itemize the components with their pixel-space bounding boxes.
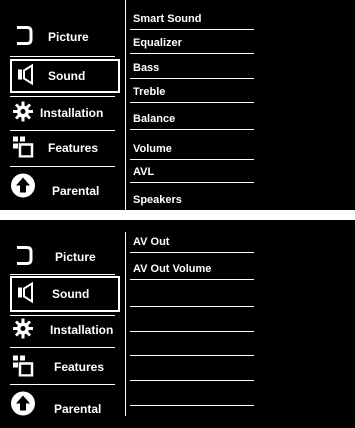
submenu-item-empty[interactable]: [130, 311, 254, 332]
submenu-item-empty[interactable]: [130, 286, 254, 307]
features-icon: [12, 136, 34, 161]
menu-item-features[interactable]: Features: [10, 133, 120, 163]
menu-divider: [10, 96, 115, 97]
picture-icon: [13, 245, 35, 270]
menu-divider: [10, 56, 115, 57]
menu-item-picture[interactable]: Picture: [10, 22, 120, 52]
menu-item-label: Sound: [52, 287, 90, 301]
submenu-item[interactable]: Smart Sound: [130, 9, 254, 30]
speaker-icon: [16, 281, 38, 307]
submenu-item[interactable]: Balance: [130, 109, 254, 130]
menu-item-parental[interactable]: Parental: [10, 172, 120, 202]
menu-item-label: Parental: [52, 183, 100, 198]
lock-icon: [10, 391, 36, 420]
submenu-item[interactable]: Speakers: [130, 190, 254, 210]
menu-item-installation[interactable]: Installation: [10, 98, 120, 128]
menu-item-sound[interactable]: Sound: [10, 59, 120, 93]
menu-item-label: Sound: [48, 69, 86, 83]
vertical-divider: [125, 0, 126, 210]
features-icon: [12, 355, 34, 380]
menu-item-label: Installation: [40, 106, 104, 120]
menu-item-label: Installation: [50, 323, 114, 337]
submenu-item-empty[interactable]: [130, 335, 254, 356]
submenu-item-empty[interactable]: [130, 385, 254, 406]
menu-divider: [10, 166, 115, 167]
menu-item-label: Picture: [48, 30, 89, 44]
menu-item-sound[interactable]: Sound: [10, 276, 120, 312]
submenu-item[interactable]: Volume: [130, 139, 254, 160]
menu-item-installation[interactable]: Installation: [10, 315, 120, 345]
gear-icon: [12, 101, 34, 126]
tv-settings-menu-bottom: Picture Sound Installation Features Pare…: [0, 220, 355, 428]
gear-icon: [12, 318, 34, 343]
lock-icon: [10, 173, 36, 202]
menu-item-label: Picture: [55, 250, 96, 264]
menu-divider: [10, 347, 115, 348]
submenu-item[interactable]: AVL: [130, 162, 254, 183]
menu-item-features[interactable]: Features: [10, 352, 120, 382]
menu-item-picture[interactable]: Picture: [10, 242, 120, 272]
menu-item-label: Features: [54, 360, 105, 374]
submenu-item[interactable]: AV Out: [130, 232, 254, 253]
submenu-item[interactable]: Bass: [130, 58, 254, 79]
menu-divider: [10, 274, 115, 275]
submenu-item[interactable]: Equalizer: [130, 33, 254, 54]
vertical-divider: [125, 232, 126, 416]
submenu-item[interactable]: Treble: [130, 82, 254, 103]
tv-settings-menu-top: Picture Sound Installation Features Pare…: [0, 0, 355, 210]
menu-divider: [10, 130, 115, 131]
submenu-item[interactable]: AV Out Volume: [130, 259, 254, 280]
menu-item-label: Features: [48, 141, 99, 155]
menu-divider: [10, 384, 115, 385]
picture-icon: [13, 25, 35, 50]
submenu-item-empty[interactable]: [130, 360, 254, 381]
menu-item-parental[interactable]: Parental: [10, 390, 120, 420]
menu-item-label: Parental: [54, 401, 102, 416]
speaker-icon: [16, 63, 38, 89]
